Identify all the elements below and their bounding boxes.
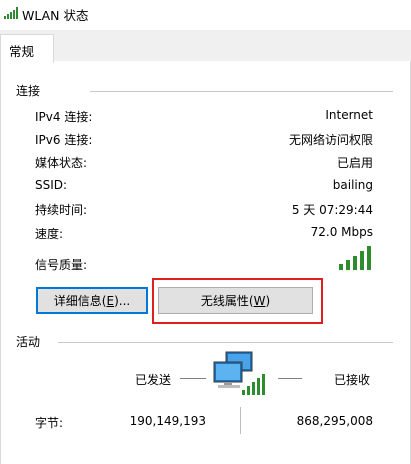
ipv6-label: IPv6 连接: (35, 133, 93, 147)
ipv4-label: IPv4 连接: (35, 110, 93, 124)
signal-bar-4 (360, 251, 364, 270)
wifi-signal-icon (4, 7, 18, 19)
connection-section-title: 连接 (16, 84, 41, 98)
window-title: WLAN 状态 (22, 8, 89, 23)
signal-bar-3 (353, 256, 357, 270)
media-state-label: 媒体状态: (35, 156, 88, 170)
details-button[interactable]: 详细信息(E)... (36, 287, 148, 314)
tab-strip (0, 30, 411, 61)
bytes-separator (240, 407, 241, 434)
duration-value: 5 天 07:29:44 (291, 203, 373, 217)
details-button-suffix: )... (114, 294, 131, 308)
annotation-highlight-box (152, 278, 323, 324)
bytes-received-value: 868,295,008 (296, 414, 373, 428)
sent-line (180, 378, 206, 379)
activity-divider (58, 342, 393, 343)
media-state-value: 已启用 (336, 156, 373, 170)
bytes-sent-value: 190,149,193 (129, 414, 206, 428)
ssid-value: bailing (332, 178, 373, 192)
received-label: 已接收 (334, 373, 371, 387)
sent-label: 已发送 (135, 373, 172, 387)
signal-bar-5 (367, 246, 371, 270)
signal-bar-2 (346, 260, 350, 270)
signal-strength-icon (339, 246, 371, 270)
details-mnemonic: E (106, 294, 115, 308)
speed-label: 速度: (35, 227, 64, 241)
signal-quality-label: 信号质量: (35, 258, 88, 272)
title-bar: WLAN 状态 (0, 0, 411, 30)
connection-divider (90, 91, 393, 92)
tab-general-label: 常规 (9, 44, 35, 59)
received-line (278, 378, 302, 379)
duration-label: 持续时间: (35, 203, 88, 217)
speed-value: 72.0 Mbps (310, 225, 373, 239)
ipv4-value: Internet (325, 108, 373, 122)
details-button-label: 详细信息( (53, 294, 107, 308)
activity-section-title: 活动 (16, 335, 41, 349)
bytes-label: 字节: (35, 416, 64, 430)
signal-bar-1 (339, 264, 343, 270)
tab-general[interactable]: 常规 (0, 34, 54, 63)
ssid-label: SSID: (35, 178, 68, 192)
ipv6-value: 无网络访问权限 (288, 133, 373, 147)
network-computers-icon (213, 351, 265, 395)
